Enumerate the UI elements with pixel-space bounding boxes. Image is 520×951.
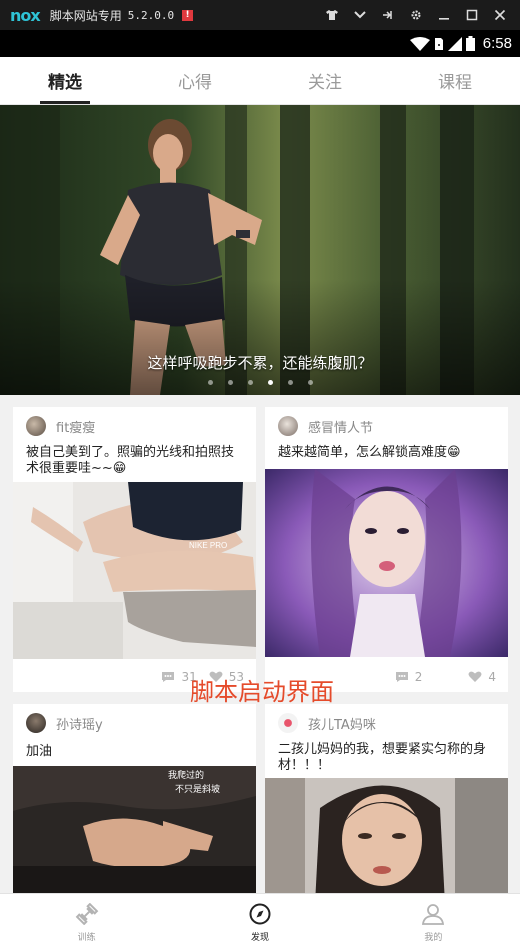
post-card[interactable]: fit瘦瘦 被自己美到了。照骗的光线和拍照技术很重要哇~~😁 NIKE PRO … bbox=[13, 407, 256, 692]
tab-label: 心得 bbox=[178, 73, 212, 93]
comment-icon bbox=[395, 672, 408, 682]
heart-icon bbox=[468, 671, 482, 682]
tab-experience[interactable]: 心得 bbox=[130, 57, 260, 104]
battery-icon bbox=[465, 36, 475, 51]
nav-label: 训练 bbox=[77, 932, 96, 943]
like-stat[interactable]: 4 bbox=[468, 670, 496, 684]
close-icon[interactable] bbox=[486, 0, 514, 30]
window-controls bbox=[318, 0, 514, 30]
post-image bbox=[265, 469, 508, 657]
chevron-down-icon[interactable] bbox=[346, 0, 374, 30]
dumbbell-icon bbox=[75, 902, 98, 925]
post-card[interactable]: 感冒情人节 越来越简单，怎么解锁高难度😁 2 4 bbox=[265, 407, 508, 692]
comment-count: 31 bbox=[181, 670, 197, 684]
feed: fit瘦瘦 被自己美到了。照骗的光线和拍照技术很重要哇~~😁 NIKE PRO … bbox=[0, 395, 520, 893]
emulator-version: 5.2.0.0 bbox=[127, 8, 175, 22]
minimize-icon[interactable] bbox=[430, 0, 458, 30]
signal-icon bbox=[447, 36, 462, 51]
tab-courses[interactable]: 课程 bbox=[390, 57, 520, 104]
nav-label: 我的 bbox=[424, 932, 443, 943]
post-username[interactable]: fit瘦瘦 bbox=[56, 417, 95, 436]
post-username[interactable]: 孙诗瑶y bbox=[56, 714, 103, 733]
like-count: 4 bbox=[488, 670, 496, 684]
post-header: fit瘦瘦 bbox=[13, 407, 256, 445]
post-text: 越来越简单，怎么解锁高难度😁 bbox=[278, 445, 461, 460]
nav-profile[interactable]: 我的 bbox=[347, 894, 520, 951]
nox-logo: nox bbox=[10, 5, 41, 25]
like-count: 53 bbox=[228, 670, 244, 684]
gear-icon[interactable] bbox=[402, 0, 430, 30]
nav-training[interactable]: 训练 bbox=[0, 894, 173, 951]
wifi-icon bbox=[409, 36, 430, 51]
carousel-dot[interactable] bbox=[227, 380, 233, 385]
emulator-window: nox 脚本网站专用 5.2.0.0 ! 6:58 精选 心得 关注 课程 这样… bbox=[0, 0, 520, 951]
banner-carousel[interactable]: 这样呼吸跑步不累，还能练腹肌？ bbox=[0, 105, 520, 395]
avatar[interactable] bbox=[278, 713, 298, 733]
shirt-icon[interactable] bbox=[318, 0, 346, 30]
post-text: 加油 bbox=[26, 744, 53, 759]
post-stats: 2 4 bbox=[265, 662, 508, 692]
tab-label: 精选 bbox=[48, 73, 82, 93]
bottom-nav: 训练 发现 我的 bbox=[0, 893, 520, 951]
tab-label: 关注 bbox=[308, 73, 342, 93]
comment-stat[interactable]: 31 bbox=[161, 670, 197, 684]
comment-stat[interactable]: 2 bbox=[395, 670, 423, 684]
handwritten-text: 我爬过的 bbox=[168, 769, 204, 781]
post-header: 感冒情人节 bbox=[265, 407, 508, 445]
carousel-dot[interactable] bbox=[307, 380, 313, 385]
status-time: 6:58 bbox=[482, 35, 512, 52]
no-sim-icon bbox=[434, 37, 443, 50]
banner-caption: 这样呼吸跑步不累，还能练腹肌？ bbox=[147, 354, 373, 372]
tab-featured[interactable]: 精选 bbox=[0, 57, 130, 104]
post-header: 孩儿TA妈咪 bbox=[265, 704, 508, 742]
status-bar: 6:58 bbox=[0, 30, 520, 57]
carousel-dot[interactable] bbox=[207, 380, 213, 385]
alert-icon[interactable]: ! bbox=[182, 9, 194, 21]
tab-following[interactable]: 关注 bbox=[260, 57, 390, 104]
avatar[interactable] bbox=[26, 416, 46, 436]
emulator-title-bar: nox 脚本网站专用 5.2.0.0 ! bbox=[0, 0, 520, 30]
emulator-title: 脚本网站专用 bbox=[49, 8, 122, 23]
comment-icon bbox=[162, 672, 175, 682]
top-tabs: 精选 心得 关注 课程 bbox=[0, 57, 520, 105]
like-stat[interactable]: 53 bbox=[209, 670, 244, 684]
post-header: 孙诗瑶y bbox=[13, 704, 256, 742]
nav-label: 发现 bbox=[250, 932, 269, 943]
post-text: 被自己美到了。照骗的光线和拍照技术很重要哇~~😁 bbox=[26, 445, 235, 476]
comment-count: 2 bbox=[414, 670, 423, 684]
maximize-icon[interactable] bbox=[458, 0, 486, 30]
shorts-brand: NIKE PRO bbox=[189, 541, 227, 550]
post-card[interactable]: 孩儿TA妈咪 二孩儿妈妈的我，想要紧实匀称的身材！！！ bbox=[265, 704, 508, 893]
post-username[interactable]: 感冒情人节 bbox=[308, 417, 373, 436]
carousel-dot[interactable] bbox=[267, 380, 273, 385]
avatar[interactable] bbox=[26, 713, 46, 733]
post-card[interactable]: 孙诗瑶y 加油 我爬过的 不只是斜坡 bbox=[13, 704, 256, 893]
compass-icon bbox=[249, 903, 271, 924]
carousel-dot[interactable] bbox=[247, 380, 253, 385]
post-image: 我爬过的 不只是斜坡 bbox=[13, 766, 256, 893]
tab-label: 课程 bbox=[438, 73, 472, 93]
person-icon bbox=[422, 903, 445, 925]
post-stats: 31 53 bbox=[13, 662, 256, 692]
post-image bbox=[265, 778, 508, 893]
handwritten-text: 不只是斜坡 bbox=[175, 783, 220, 795]
carousel-dot[interactable] bbox=[287, 380, 293, 385]
post-text: 二孩儿妈妈的我，想要紧实匀称的身材！！！ bbox=[278, 742, 487, 773]
carousel-indicator bbox=[0, 380, 520, 385]
heart-icon bbox=[209, 671, 223, 682]
post-image: NIKE PRO bbox=[13, 482, 256, 659]
status-icons bbox=[409, 36, 475, 51]
nav-discover[interactable]: 发现 bbox=[173, 894, 346, 951]
pin-icon[interactable] bbox=[374, 0, 402, 30]
post-username[interactable]: 孩儿TA妈咪 bbox=[308, 714, 376, 733]
avatar[interactable] bbox=[278, 416, 298, 436]
